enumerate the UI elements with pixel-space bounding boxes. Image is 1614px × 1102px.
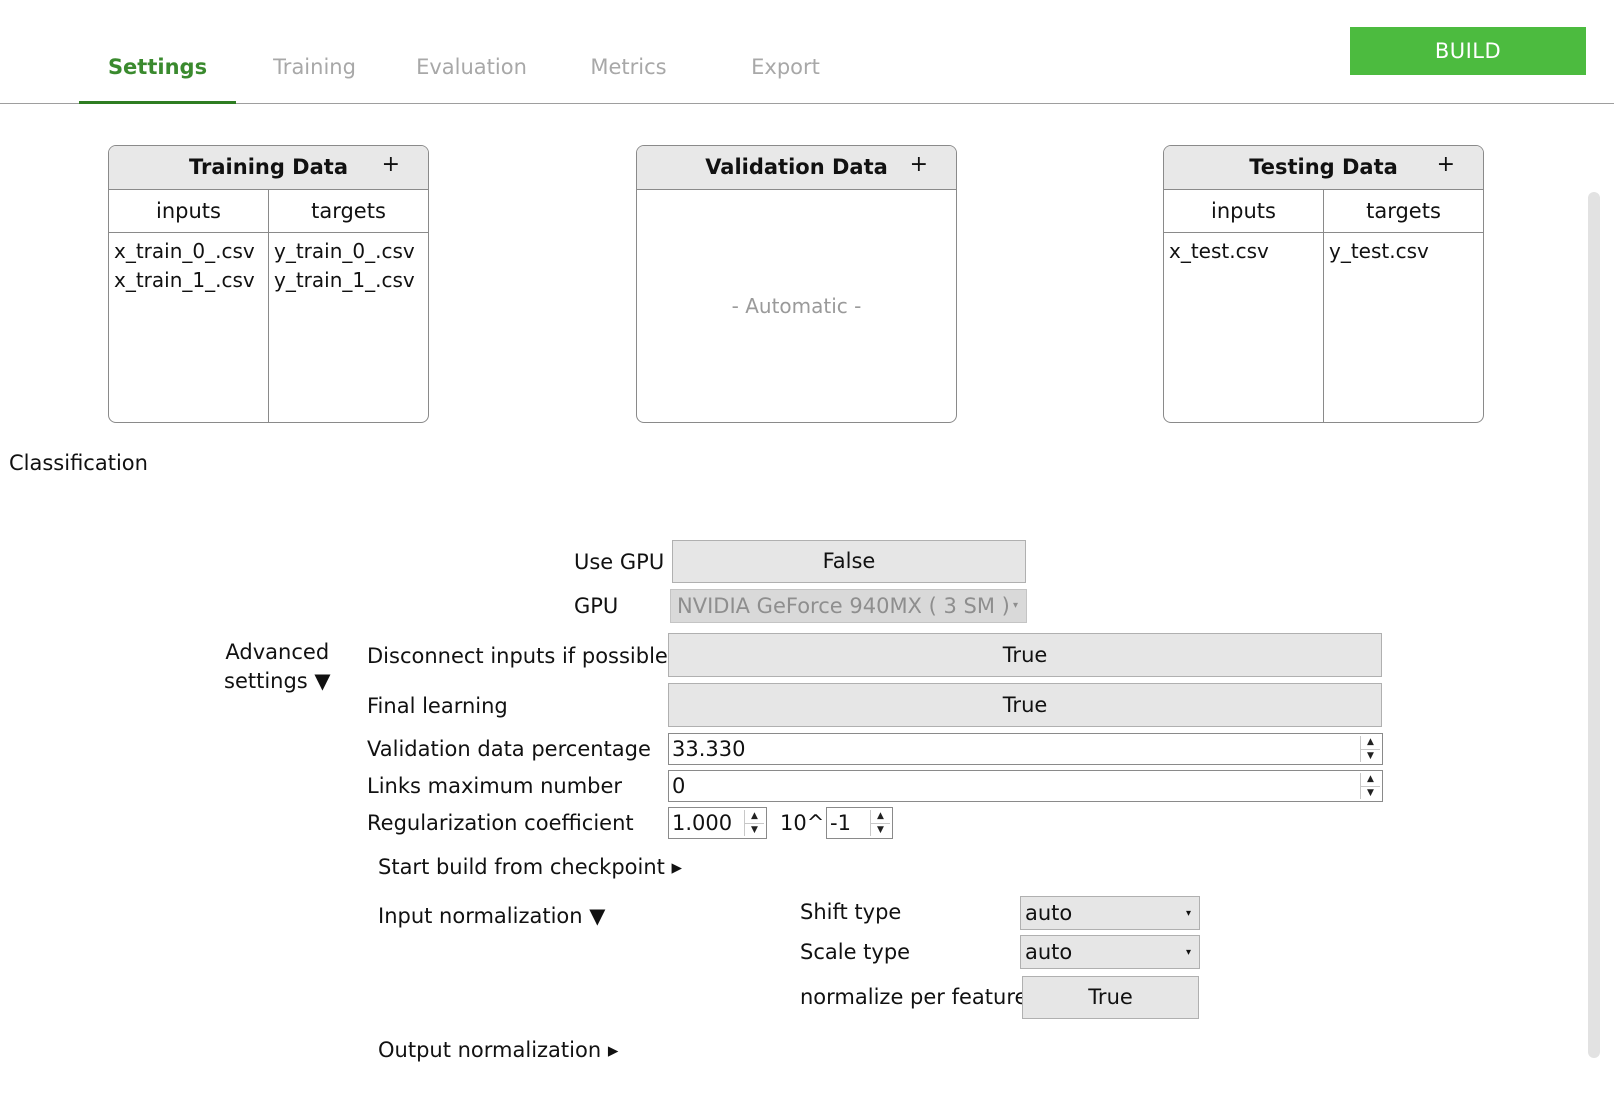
normalize-per-feature-label: normalize per feature (800, 985, 1028, 1009)
gpu-label: GPU (574, 594, 619, 618)
spin-up-icon[interactable]: ▲ (1361, 773, 1380, 786)
regularization-label: Regularization coefficient (367, 811, 634, 835)
start-checkpoint-expander[interactable]: Start build from checkpoint ▸ (378, 855, 682, 879)
build-button[interactable]: BUILD (1350, 27, 1586, 75)
shift-type-select[interactable]: auto ▾ (1020, 896, 1200, 930)
advanced-settings-line1: Advanced (225, 640, 330, 664)
training-data-panel: Training Data + inputs x_train_0_.csv x_… (108, 145, 429, 423)
disconnect-inputs-toggle[interactable]: True (668, 633, 1382, 677)
file-item[interactable]: y_train_1_.csv (269, 266, 428, 295)
gpu-select-value: NVIDIA GeForce 940MX ( 3 SM ) (677, 594, 1010, 618)
tab-export[interactable]: Export (707, 52, 864, 104)
spin-arrows[interactable]: ▲ ▼ (870, 810, 890, 836)
panel-title: Validation Data (705, 155, 888, 179)
regularization-mantissa-input[interactable]: 1.000 ▲ ▼ (668, 807, 767, 839)
inputs-column: inputs x_test.csv (1164, 190, 1323, 422)
add-icon[interactable]: + (382, 152, 400, 177)
section-title: Classification (9, 451, 148, 475)
final-learning-toggle[interactable]: True (668, 683, 1382, 727)
file-item[interactable]: x_train_1_.csv (109, 266, 268, 295)
advanced-settings-toggle[interactable]: Advanced settings ▼ (224, 640, 331, 693)
inputs-column: inputs x_train_0_.csv x_train_1_.csv (109, 190, 268, 422)
spin-down-icon[interactable]: ▼ (1361, 749, 1380, 763)
regularization-exponent-input[interactable]: -1 ▲ ▼ (826, 807, 893, 839)
panel-header: Training Data + (109, 146, 428, 190)
targets-column: targets y_test.csv (1323, 190, 1483, 422)
tab-evaluation[interactable]: Evaluation (393, 52, 550, 104)
column-header: inputs (109, 190, 268, 233)
regularization-exponent-value: -1 (830, 811, 851, 835)
spin-arrows[interactable]: ▲ ▼ (1360, 736, 1380, 762)
tab-settings[interactable]: Settings (79, 52, 236, 104)
dropdown-icon: ▾ (1012, 600, 1018, 611)
use-gpu-label: Use GPU (574, 550, 665, 574)
spin-down-icon[interactable]: ▼ (745, 823, 764, 837)
spin-up-icon[interactable]: ▲ (745, 810, 764, 823)
shift-type-label: Shift type (800, 900, 902, 924)
regularization-base-label: 10^ (780, 811, 825, 835)
testing-data-panel: Testing Data + inputs x_test.csv targets… (1163, 145, 1484, 423)
input-normalization-expander[interactable]: Input normalization ▼ (378, 904, 605, 928)
tab-training[interactable]: Training (236, 52, 393, 104)
file-item[interactable]: y_train_0_.csv (269, 237, 428, 266)
scale-type-select[interactable]: auto ▾ (1020, 935, 1200, 969)
links-max-label: Links maximum number (367, 774, 623, 798)
automatic-placeholder: - Automatic - (731, 294, 862, 318)
panel-header: Validation Data + (637, 146, 956, 190)
disconnect-inputs-label: Disconnect inputs if possible (367, 644, 668, 668)
column-header: inputs (1164, 190, 1323, 233)
regularization-mantissa-value: 1.000 (672, 811, 733, 835)
file-item[interactable]: x_test.csv (1164, 237, 1323, 266)
column-header: targets (1324, 190, 1483, 233)
spin-down-icon[interactable]: ▼ (1361, 786, 1380, 800)
scale-type-label: Scale type (800, 940, 911, 964)
panel-header: Testing Data + (1164, 146, 1483, 190)
use-gpu-toggle[interactable]: False (672, 540, 1026, 583)
dropdown-icon: ▾ (1185, 947, 1191, 958)
gpu-select: NVIDIA GeForce 940MX ( 3 SM ) ▾ (670, 589, 1027, 623)
spin-down-icon[interactable]: ▼ (871, 823, 890, 837)
file-item[interactable]: y_test.csv (1324, 237, 1483, 266)
column-header: targets (269, 190, 428, 233)
targets-column: targets y_train_0_.csv y_train_1_.csv (268, 190, 428, 422)
tab-metrics[interactable]: Metrics (550, 52, 707, 104)
validation-data-panel: Validation Data + - Automatic - (636, 145, 957, 423)
output-normalization-expander[interactable]: Output normalization ▸ (378, 1038, 618, 1062)
final-learning-label: Final learning (367, 694, 508, 718)
normalize-per-feature-toggle[interactable]: True (1022, 976, 1199, 1019)
shift-type-value: auto (1025, 901, 1073, 925)
scale-type-value: auto (1025, 940, 1073, 964)
links-max-value: 0 (672, 774, 686, 798)
advanced-settings-line2: settings ▼ (224, 669, 331, 693)
add-icon[interactable]: + (910, 152, 928, 177)
spin-up-icon[interactable]: ▲ (1361, 736, 1380, 749)
spin-up-icon[interactable]: ▲ (871, 810, 890, 823)
spin-arrows[interactable]: ▲ ▼ (1360, 773, 1380, 799)
links-max-input[interactable]: 0 ▲ ▼ (668, 770, 1383, 802)
add-icon[interactable]: + (1437, 152, 1455, 177)
panel-title: Training Data (189, 155, 348, 179)
vertical-scrollbar[interactable] (1588, 192, 1600, 1058)
panel-title: Testing Data (1249, 155, 1398, 179)
validation-pct-label: Validation data percentage (367, 737, 651, 761)
spin-arrows[interactable]: ▲ ▼ (744, 810, 764, 836)
file-item[interactable]: x_train_0_.csv (109, 237, 268, 266)
dropdown-icon: ▾ (1185, 908, 1191, 919)
validation-pct-value: 33.330 (672, 737, 746, 761)
validation-pct-input[interactable]: 33.330 ▲ ▼ (668, 733, 1383, 765)
